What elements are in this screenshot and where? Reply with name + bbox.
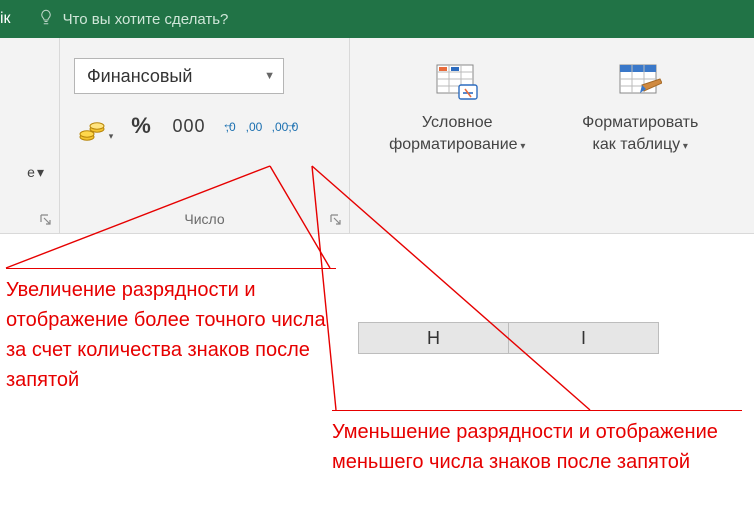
tell-me-input[interactable]: Что вы хотите сделать? (63, 11, 229, 28)
number-dialog-launcher[interactable] (329, 213, 343, 227)
format-as-table-icon (616, 60, 664, 104)
format-table-label-1: Форматировать (582, 112, 698, 134)
number-format-selected: Финансовый (87, 66, 192, 87)
column-header-h[interactable]: H (359, 322, 509, 354)
ribbon-tab-fragment[interactable]: ік (0, 10, 19, 28)
cond-format-label-1: Условное (422, 112, 493, 134)
percent-style-button[interactable]: % (126, 110, 156, 142)
column-headers: H I (358, 322, 659, 354)
format-as-table-button[interactable]: Форматировать как таблицу (556, 46, 724, 158)
alignment-dialog-launcher[interactable] (39, 213, 53, 227)
annotation-decrease-decimal: Уменьшение разрядности и отображение мен… (332, 410, 742, 477)
title-bar: ік Что вы хотите сделать? (0, 0, 754, 38)
format-table-label-2: как таблицу (593, 134, 688, 158)
column-header-i[interactable]: I (509, 322, 659, 354)
decrease-decimal-button[interactable]: ,00 ,0 → (268, 110, 302, 142)
number-group-label: Число (60, 211, 349, 227)
conditional-formatting-button[interactable]: Условное форматирование (364, 46, 550, 158)
arrow-left-icon: ← (222, 119, 235, 129)
styles-group: Условное форматирование Фо (350, 38, 738, 233)
number-group: Финансовый ▼ % 000 ← ,0 ,00 ,00 ,0 (60, 38, 350, 233)
text-fragment: e (27, 164, 35, 180)
annotation-increase-decimal: Увеличение разрядности и отображение бол… (6, 268, 336, 395)
ribbon: e ▾ Финансовый ▼ % 000 ← ,0 (0, 38, 754, 234)
number-format-dropdown[interactable]: Финансовый ▼ (74, 58, 284, 94)
increase-decimal-button[interactable]: ← ,0 ,00 (222, 110, 256, 142)
dec-icon-bot: ,00 (236, 122, 263, 132)
caret-down-icon: ▾ (37, 164, 44, 181)
lightbulb-icon (37, 8, 55, 31)
alignment-group-fragment: e ▾ (0, 38, 60, 233)
cond-format-label-2: форматирование (389, 134, 525, 158)
alignment-dropdown-fragment[interactable]: e ▾ (0, 158, 44, 186)
accounting-format-button[interactable] (78, 110, 114, 142)
arrow-right-icon: → (285, 119, 298, 129)
comma-style-button[interactable]: 000 (168, 110, 210, 142)
caret-down-icon: ▼ (264, 70, 275, 82)
conditional-formatting-icon (433, 60, 481, 104)
coins-icon (79, 120, 105, 142)
